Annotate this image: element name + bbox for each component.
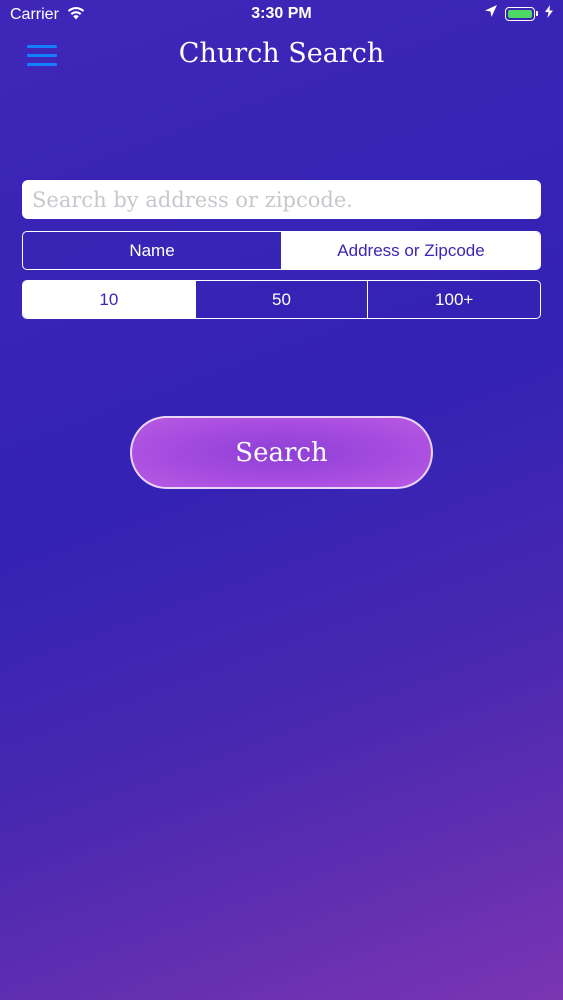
status-right bbox=[484, 4, 553, 23]
segment-range-100-plus[interactable]: 100+ bbox=[367, 281, 540, 318]
location-arrow-icon bbox=[484, 4, 498, 23]
search-type-segmented-control: Name Address or Zipcode bbox=[22, 231, 541, 270]
page-title: Church Search bbox=[178, 38, 385, 69]
range-segmented-control: 10 50 100+ bbox=[22, 280, 541, 319]
segment-name[interactable]: Name bbox=[23, 232, 281, 269]
battery-nub bbox=[536, 11, 538, 16]
battery-icon bbox=[505, 6, 538, 21]
segment-range-50[interactable]: 50 bbox=[194, 281, 368, 318]
battery-fill bbox=[508, 9, 532, 18]
search-input[interactable] bbox=[22, 180, 541, 219]
segment-address-or-zipcode[interactable]: Address or Zipcode bbox=[281, 232, 540, 269]
status-bar: Carrier 3:30 PM bbox=[0, 0, 563, 30]
segment-range-10[interactable]: 10 bbox=[23, 281, 195, 318]
battery-body bbox=[505, 6, 535, 21]
status-time: 3:30 PM bbox=[251, 5, 312, 22]
search-button[interactable]: Search bbox=[130, 416, 433, 489]
charging-bolt-icon bbox=[545, 4, 553, 23]
